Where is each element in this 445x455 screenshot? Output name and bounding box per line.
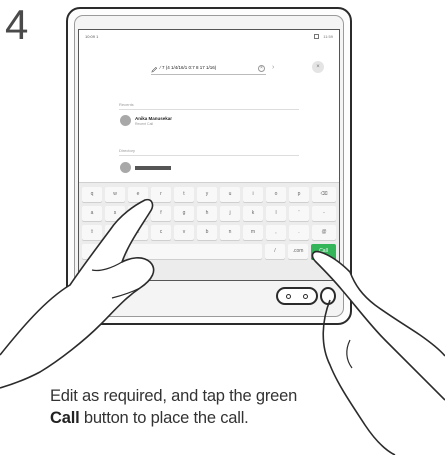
key[interactable]: h: [197, 206, 217, 221]
shift-key[interactable]: ⇧: [82, 225, 102, 240]
avatar: [120, 162, 131, 173]
contact-name[interactable]: Anika Manusekar: [135, 116, 172, 121]
section-label-recents: Recents: [119, 102, 134, 107]
key[interactable]: f: [151, 206, 171, 221]
numbers-key[interactable]: 123: [82, 244, 125, 259]
instruction-illustration: 4 10:09 1 11:59 ∕ 7 (4 1/4/16/1 0:7 8 17…: [0, 0, 445, 455]
key[interactable]: c: [151, 225, 171, 240]
caption-bold-word: Call: [50, 409, 80, 427]
pencil-icon: [151, 66, 158, 73]
key[interactable]: j: [220, 206, 240, 221]
key[interactable]: v: [174, 225, 194, 240]
key[interactable]: ,: [266, 225, 286, 240]
status-bar: 10:09 1 11:59: [83, 34, 335, 42]
key[interactable]: u: [220, 187, 240, 202]
number-input[interactable]: ∕ 7 (4 1/4/16/1 0:7 8 17 1/16) ×: [151, 64, 266, 75]
key[interactable]: b: [197, 225, 217, 240]
section-divider: [119, 155, 299, 156]
section-label-directory: Directory: [119, 148, 136, 153]
key[interactable]: -: [312, 206, 336, 221]
instruction-caption: Edit as required, and tap the green Call…: [50, 385, 370, 429]
key[interactable]: g: [174, 206, 194, 221]
key[interactable]: x: [128, 225, 148, 240]
key[interactable]: w: [105, 187, 125, 202]
key[interactable]: n: [220, 225, 240, 240]
key[interactable]: y: [197, 187, 217, 202]
caption-line-1: Edit as required, and tap the green: [50, 387, 298, 405]
key[interactable]: q: [82, 187, 102, 202]
space-key[interactable]: [128, 244, 262, 259]
step-number: 4: [5, 1, 29, 48]
key[interactable]: z: [105, 225, 125, 240]
key[interactable]: m: [243, 225, 263, 240]
close-button[interactable]: ×: [312, 61, 324, 73]
status-left-text: 10:09 1: [85, 34, 99, 39]
caption-line-2: Call button to place the call.: [50, 407, 370, 429]
status-right: 11:59: [314, 34, 333, 39]
dialed-number: ∕ 7 (4 1/4/16/1 0:7 8 17 1/16): [160, 65, 217, 70]
key[interactable]: t: [174, 187, 194, 202]
key[interactable]: a: [82, 206, 102, 221]
contact-name-placeholder[interactable]: [135, 166, 171, 170]
avatar: [120, 115, 131, 126]
on-screen-keyboard: q w e r t y u i o p ⌫ a s d f g h j k l: [79, 182, 339, 280]
key[interactable]: i: [243, 187, 263, 202]
key[interactable]: r: [151, 187, 171, 202]
contact-sub: Recent Call: [135, 122, 154, 126]
section-divider: [119, 109, 299, 110]
key[interactable]: d: [128, 206, 148, 221]
key[interactable]: e: [128, 187, 148, 202]
key[interactable]: ': [289, 206, 309, 221]
chevron-right-icon[interactable]: ›: [272, 64, 274, 71]
key[interactable]: .: [289, 225, 309, 240]
key[interactable]: l: [266, 206, 286, 221]
key[interactable]: k: [243, 206, 263, 221]
plus-icon: [303, 294, 308, 299]
hardware-volume-button[interactable]: [276, 287, 318, 305]
clear-icon[interactable]: ×: [258, 65, 265, 72]
dotcom-key[interactable]: .com: [288, 244, 308, 259]
key[interactable]: @: [312, 225, 336, 240]
tablet-device: 10:09 1 11:59 ∕ 7 (4 1/4/16/1 0:7 8 17 1…: [66, 7, 352, 325]
caption-line-2-rest: button to place the call.: [79, 409, 249, 427]
battery-icon: [314, 34, 320, 39]
backspace-key[interactable]: ⌫: [312, 187, 336, 202]
call-button[interactable]: Call: [311, 244, 336, 259]
status-time: 11:59: [323, 34, 333, 39]
tablet-screen: 10:09 1 11:59 ∕ 7 (4 1/4/16/1 0:7 8 17 1…: [78, 29, 340, 281]
minus-icon: [286, 294, 291, 299]
key[interactable]: o: [266, 187, 286, 202]
key[interactable]: s: [105, 206, 125, 221]
slash-key[interactable]: /: [265, 244, 285, 259]
key[interactable]: p: [289, 187, 309, 202]
hardware-mute-button[interactable]: [320, 287, 336, 305]
